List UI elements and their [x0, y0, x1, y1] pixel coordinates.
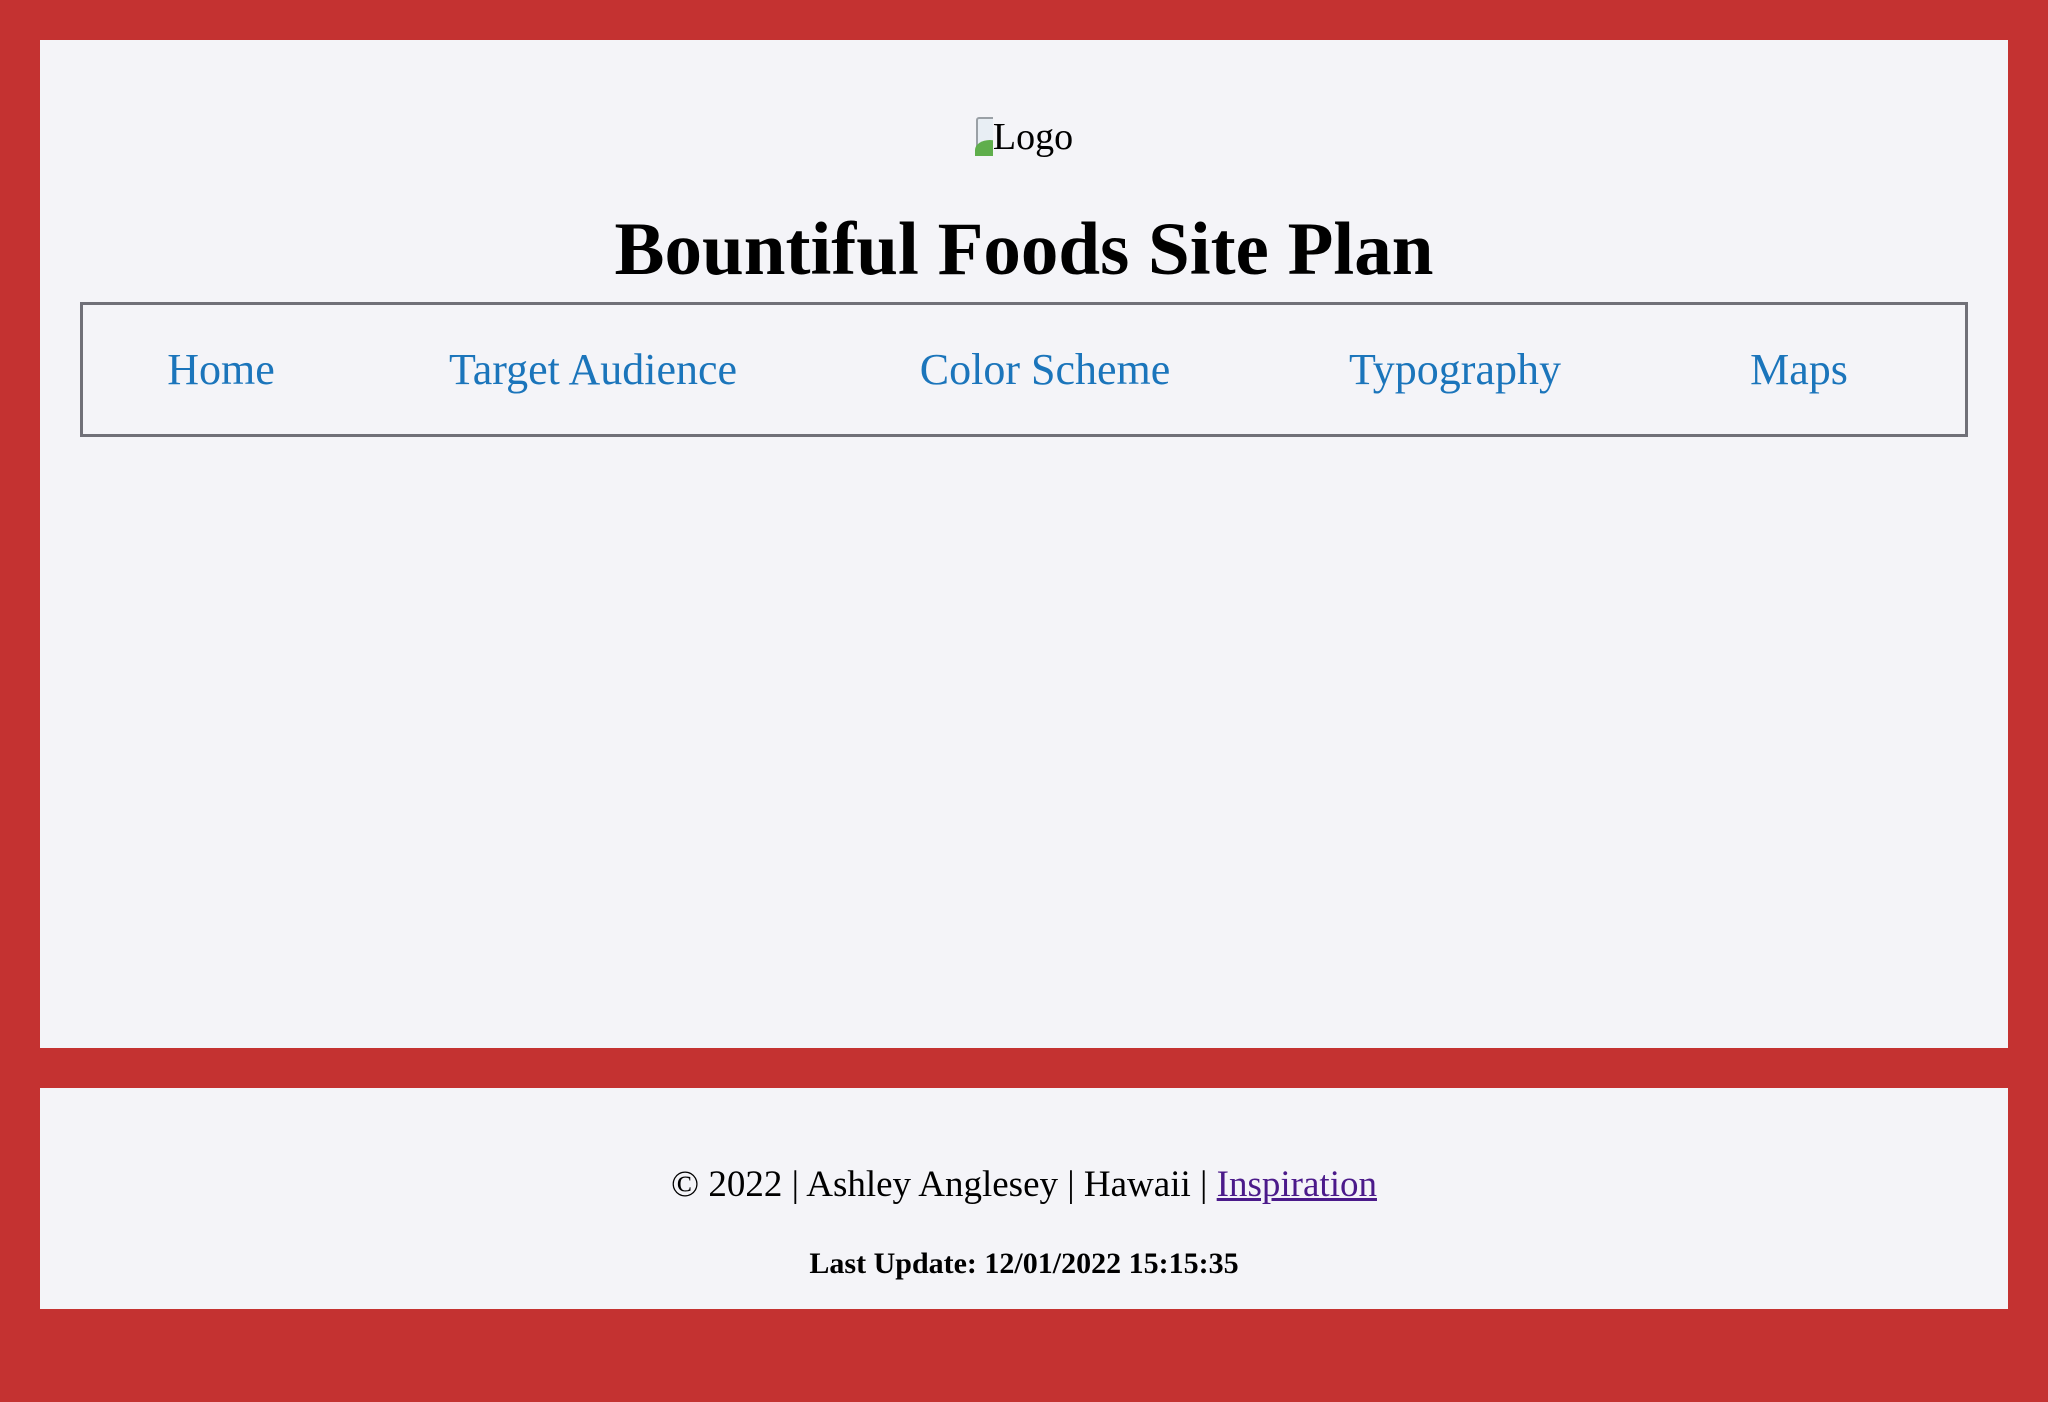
nav-link-home[interactable]: Home [167, 305, 275, 434]
inspiration-link[interactable]: Inspiration [1217, 1164, 1377, 1205]
main-panel: Logo Bountiful Foods Site Plan Home Targ… [40, 40, 2008, 1048]
nav-link-typography[interactable]: Typography [1349, 305, 1561, 434]
logo-container: Logo [40, 114, 2008, 164]
nav-link-target-audience[interactable]: Target Audience [449, 305, 737, 434]
last-update: Last Update: 12/01/2022 15:15:35 [809, 1247, 1239, 1280]
page-title: Bountiful Foods Site Plan [614, 208, 1434, 291]
footer-copyright-text: © 2022 | Ashley Anglesey | Hawaii | [671, 1164, 1217, 1205]
nav-link-color-scheme[interactable]: Color Scheme [920, 305, 1171, 434]
footer: © 2022 | Ashley Anglesey | Hawaii | Insp… [40, 1088, 2008, 1309]
broken-image-icon [974, 116, 993, 156]
logo[interactable]: Logo [974, 114, 1074, 160]
logo-alt-text: Logo [992, 116, 1074, 158]
footer-copyright-line: © 2022 | Ashley Anglesey | Hawaii | Insp… [40, 1163, 2008, 1207]
main-navigation: Home Target Audience Color Scheme Typogr… [80, 302, 1968, 437]
nav-link-maps[interactable]: Maps [1750, 305, 1848, 434]
